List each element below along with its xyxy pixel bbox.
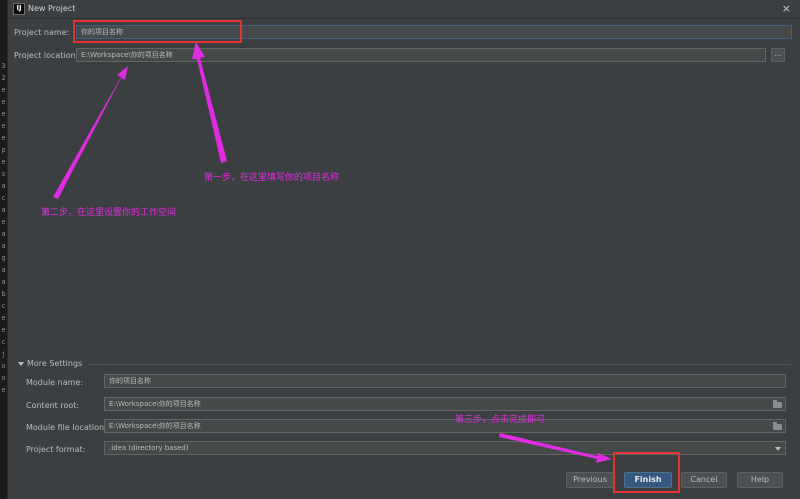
step2-arrow	[53, 66, 128, 199]
step1-annotation: 第一步，在这里填写你的项目名称	[204, 173, 340, 183]
step1-arrow	[192, 42, 227, 163]
step3-annotation: 第三步，点击完成即可	[455, 415, 546, 425]
step3-arrow	[499, 433, 612, 463]
step2-annotation: 第二步，在这里设置你的工作空间	[41, 208, 177, 218]
annotation-arrows	[53, 42, 612, 463]
